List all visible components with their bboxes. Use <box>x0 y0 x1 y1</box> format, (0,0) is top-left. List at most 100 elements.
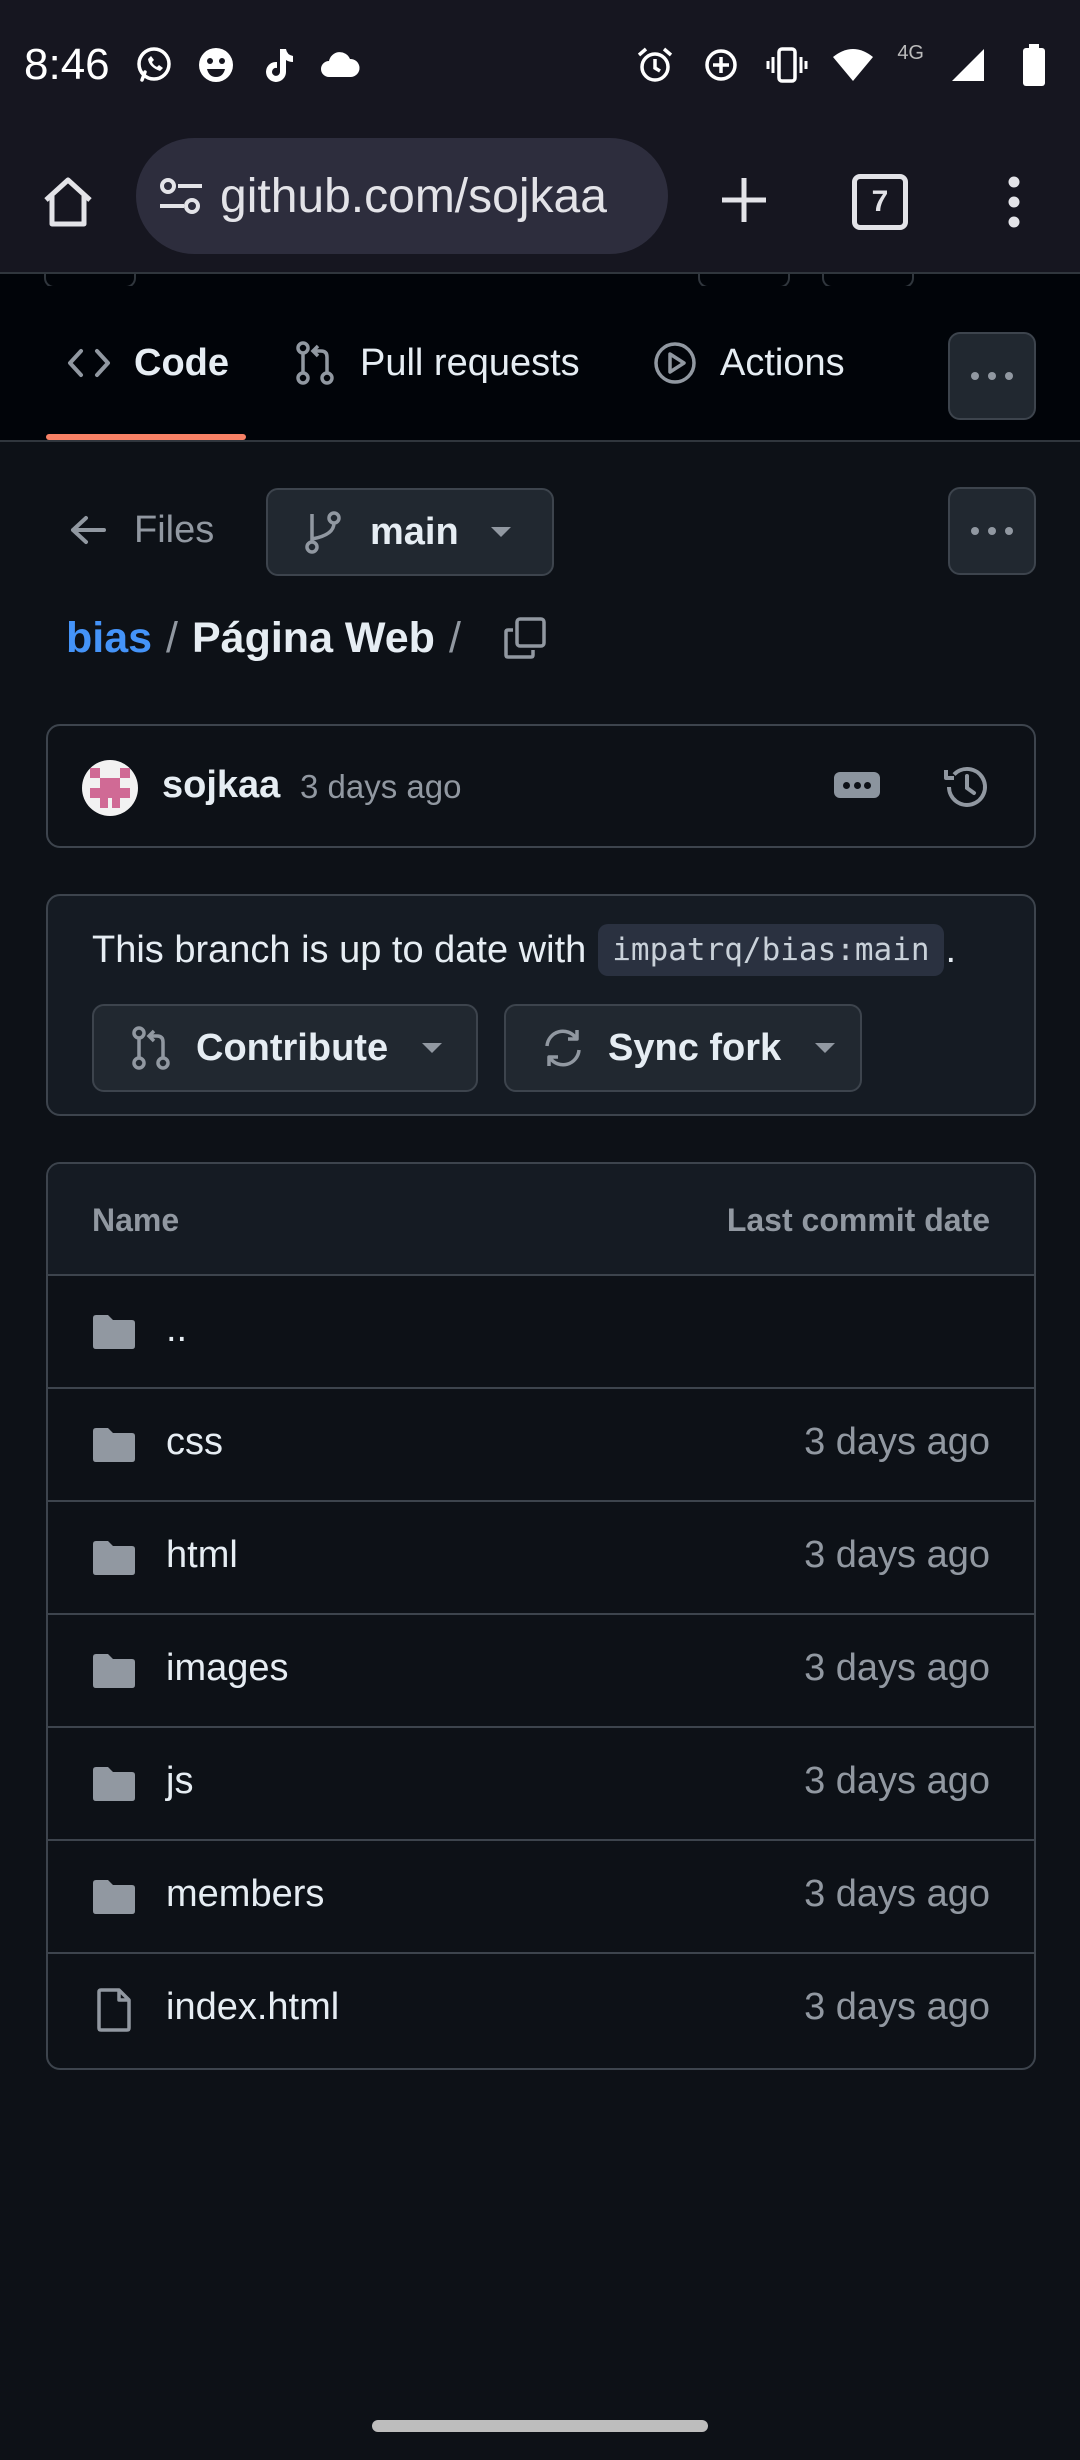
table-row[interactable]: members 3 days ago <box>48 1841 1034 1954</box>
file-date: 3 days ago <box>804 1534 990 1576</box>
kebab-menu-icon <box>1008 176 1020 228</box>
breadcrumb-separator: / <box>166 613 178 662</box>
file-date: 3 days ago <box>804 1421 990 1463</box>
play-icon <box>652 340 698 386</box>
table-row[interactable]: html 3 days ago <box>48 1502 1034 1615</box>
sync-icon <box>540 1025 586 1071</box>
column-header-date: Last commit date <box>726 1202 990 1238</box>
table-row[interactable]: images 3 days ago <box>48 1615 1034 1728</box>
contribute-button[interactable]: Contribute <box>92 1004 478 1092</box>
table-row[interactable]: index.html 3 days ago <box>48 1954 1034 2067</box>
tiktok-icon <box>256 43 300 87</box>
plus-icon <box>722 178 766 222</box>
folder-icon <box>90 1310 138 1354</box>
alarm-icon <box>633 43 677 87</box>
wifi-icon <box>831 43 875 87</box>
file-name: members <box>166 1873 325 1915</box>
whatsapp-icon <box>132 43 176 87</box>
tab-pull-requests-label: Pull requests <box>360 341 580 384</box>
kebab-horizontal-icon <box>971 527 1013 535</box>
tab-pull-requests[interactable]: Pull requests <box>292 286 580 440</box>
header-remnant <box>44 274 136 286</box>
history-icon[interactable] <box>940 760 994 814</box>
breadcrumb-repo-link[interactable]: bias <box>66 614 152 663</box>
tab-code-label: Code <box>134 341 229 384</box>
code-icon <box>66 340 112 386</box>
file-name: index.html <box>166 1986 340 2028</box>
commit-time: 3 days ago <box>300 768 462 805</box>
kebab-horizontal-icon <box>971 372 1013 380</box>
tab-actions[interactable]: Actions <box>652 286 845 440</box>
table-row[interactable]: .. <box>48 1276 1034 1389</box>
table-header: Name Last commit date <box>48 1164 1034 1276</box>
git-branch-icon <box>304 509 344 555</box>
status-time: 8:46 <box>24 40 110 89</box>
branch-status-box: This branch is up to date with impatrq/b… <box>46 894 1036 1116</box>
site-settings-icon[interactable] <box>156 171 206 221</box>
home-icon <box>44 177 92 227</box>
commit-author[interactable]: sojkaa <box>162 764 280 807</box>
home-button[interactable] <box>32 166 104 238</box>
upstream-ref: impatrq/bias:main <box>598 924 944 976</box>
file-name: css <box>166 1421 223 1463</box>
tab-count: 7 <box>852 174 908 230</box>
vibrate-icon <box>765 43 809 87</box>
file-actions-more-button[interactable] <box>948 487 1036 575</box>
files-back-label: Files <box>134 508 215 551</box>
file-date: 3 days ago <box>804 1986 990 2028</box>
arrow-left-icon <box>70 510 110 550</box>
folder-icon <box>90 1536 138 1580</box>
sync-fork-label: Sync fork <box>608 1026 782 1069</box>
active-tab-indicator <box>46 434 246 440</box>
header-remnant <box>822 274 914 286</box>
branch-name: main <box>370 510 459 553</box>
contribute-label: Contribute <box>196 1026 389 1069</box>
file-date: 3 days ago <box>804 1647 990 1689</box>
battery-icon <box>1012 43 1056 87</box>
repo-header-scrolled <box>0 274 1080 286</box>
column-header-name: Name <box>92 1202 180 1238</box>
branch-status-message: This branch is up to date with <box>92 928 587 971</box>
browser-toolbar: github.com/sojkaa 7 <box>0 130 1080 272</box>
folder-icon <box>90 1423 138 1467</box>
files-back-button[interactable]: Files <box>70 498 214 562</box>
tab-actions-label: Actions <box>720 341 845 384</box>
file-date: 3 days ago <box>804 1760 990 1802</box>
table-row[interactable]: js 3 days ago <box>48 1728 1034 1841</box>
caret-down-icon <box>813 1041 837 1055</box>
address-bar[interactable]: github.com/sojkaa <box>136 138 668 254</box>
browser-menu-button[interactable] <box>994 166 1034 238</box>
network-type: 4G <box>897 41 924 64</box>
tab-switcher-button[interactable]: 7 <box>844 166 916 238</box>
git-pull-request-icon <box>128 1025 174 1071</box>
file-icon <box>90 1988 138 2032</box>
caret-down-icon <box>420 1041 444 1055</box>
gesture-nav-bar[interactable] <box>372 2420 708 2432</box>
folder-icon <box>90 1649 138 1693</box>
commit-message-toggle-button[interactable] <box>834 772 880 798</box>
new-tab-button[interactable] <box>706 162 782 238</box>
folder-icon <box>90 1875 138 1919</box>
repo-nav-more-button[interactable] <box>948 332 1036 420</box>
file-name: .. <box>166 1308 188 1350</box>
avatar[interactable] <box>82 760 138 816</box>
url-text: github.com/sojkaa <box>220 169 607 223</box>
header-remnant <box>698 274 790 286</box>
breadcrumb: bias / Página Web / <box>66 606 551 670</box>
sync-fork-button[interactable]: Sync fork <box>504 1004 862 1092</box>
folder-icon <box>90 1762 138 1806</box>
file-name: images <box>166 1647 289 1689</box>
smiley-icon <box>194 43 238 87</box>
file-date: 3 days ago <box>804 1873 990 1915</box>
copy-path-icon[interactable] <box>503 614 551 662</box>
breadcrumb-separator: / <box>448 613 461 662</box>
cloud-icon <box>318 43 362 87</box>
file-name: js <box>166 1760 194 1802</box>
table-row[interactable]: css 3 days ago <box>48 1389 1034 1502</box>
data-saver-icon <box>699 43 743 87</box>
branch-select-button[interactable]: main <box>266 488 554 576</box>
tab-code[interactable]: Code <box>66 286 229 440</box>
latest-commit-box: sojkaa 3 days ago <box>46 724 1036 848</box>
branch-status-period: . <box>945 928 957 971</box>
git-pull-request-icon <box>292 340 338 386</box>
